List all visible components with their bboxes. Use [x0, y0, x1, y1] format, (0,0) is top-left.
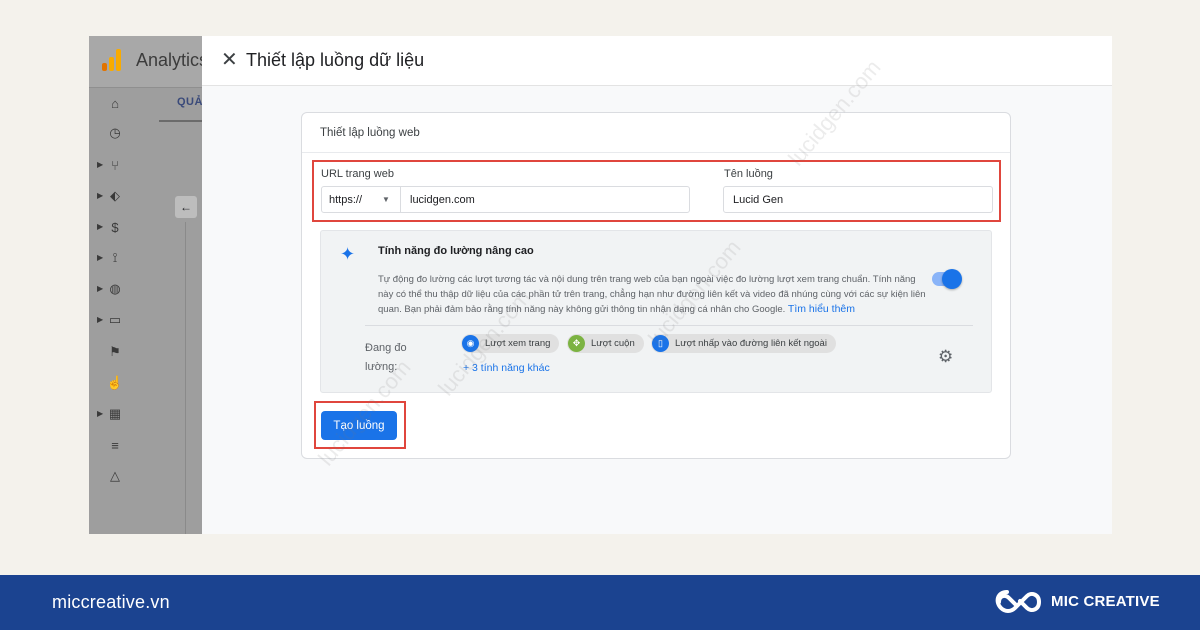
- analytics-title: Analytics: [136, 50, 202, 70]
- stream-name-value: Lucid Gen: [733, 194, 784, 206]
- expand-arrow-icon[interactable]: ▶: [97, 222, 103, 231]
- url-value: lucidgen.com: [410, 194, 475, 206]
- report-icon[interactable]: ▦: [106, 405, 124, 423]
- chip-outbound-clicks: ▯ Lượt nhấp vào đường liên kết ngoài: [651, 334, 836, 353]
- magnet-icon[interactable]: ⟟: [106, 249, 124, 267]
- enhanced-title: Tính năng đo lường nâng cao: [378, 245, 534, 257]
- globe-icon[interactable]: ◍: [106, 280, 124, 298]
- shapes-icon[interactable]: △: [106, 467, 124, 485]
- chip-label: Lượt nhấp vào đường liên kết ngoài: [675, 338, 827, 349]
- expand-arrow-icon[interactable]: ▶: [97, 160, 103, 169]
- clock-icon[interactable]: ◷: [106, 124, 124, 142]
- divider: [185, 222, 186, 534]
- flag-icon[interactable]: ⚑: [106, 343, 124, 361]
- footer-bar: miccreative.vn MIC CREATIVE: [0, 575, 1200, 630]
- back-arrow-icon[interactable]: ←: [175, 196, 197, 218]
- setup-dialog: ✕ Thiết lập luồng dữ liệu Thiết lập luồn…: [202, 36, 1112, 534]
- chevron-down-icon: ▼: [382, 195, 390, 204]
- chip-label: Lượt xem trang: [485, 338, 551, 349]
- analytics-sidebar: Analytics ⌂ ◷ ▶ ⑂ ▶ ⬖ ▶ $ ▶ ⟟ ▶ ◍ ▶ ▭ ⚑ …: [89, 36, 202, 534]
- audience-icon[interactable]: ≡: [106, 436, 124, 454]
- sparkle-icon: ✦: [340, 244, 356, 264]
- dollar-icon[interactable]: $: [106, 218, 124, 236]
- footer-brand: MIC CREATIVE: [1051, 593, 1160, 610]
- more-features-link[interactable]: + 3 tính năng khác: [463, 362, 550, 374]
- mic-creative-logo-icon: [995, 590, 1042, 613]
- touch-icon[interactable]: ☝: [106, 374, 124, 392]
- chip-label: Lượt cuộn: [591, 338, 635, 349]
- url-input[interactable]: lucidgen.com: [400, 186, 690, 213]
- tab-underline: [159, 120, 202, 122]
- scroll-icon: ✥: [568, 335, 585, 352]
- web-stream-card: Thiết lập luồng web URL trang web Tên lu…: [301, 112, 1011, 459]
- expand-arrow-icon[interactable]: ▶: [97, 191, 103, 200]
- divider: [365, 325, 973, 326]
- flow-icon[interactable]: ⑂: [106, 156, 124, 174]
- enhanced-measurement-panel: ✦ Tính năng đo lường nâng cao Tự động đo…: [320, 230, 992, 393]
- analytics-header: Analytics: [89, 36, 202, 88]
- devices-icon[interactable]: ▭: [106, 311, 124, 329]
- stream-name-input[interactable]: Lucid Gen: [723, 186, 993, 213]
- expand-arrow-icon[interactable]: ▶: [97, 409, 103, 418]
- close-icon[interactable]: ✕: [221, 50, 238, 70]
- card-header: Thiết lập luồng web: [302, 113, 1010, 153]
- gear-icon[interactable]: ⚙: [938, 347, 953, 367]
- dialog-title: Thiết lập luồng dữ liệu: [246, 50, 425, 70]
- chip-scrolls: ✥ Lượt cuộn: [567, 334, 644, 353]
- card-title: Thiết lập luồng web: [320, 127, 420, 139]
- create-stream-button[interactable]: Tạo luồng: [321, 411, 397, 440]
- expand-arrow-icon[interactable]: ▶: [97, 253, 103, 262]
- stream-name-label: Tên luồng: [724, 168, 773, 180]
- measuring-label: Đang đo lường:: [365, 342, 407, 373]
- nav-rail: ⌂ ◷ ▶ ⑂ ▶ ⬖ ▶ $ ▶ ⟟ ▶ ◍ ▶ ▭ ⚑ ☝ ▶ ▦ ≡ △ …: [89, 88, 141, 534]
- mouse-icon: ▯: [652, 335, 669, 352]
- dialog-header: ✕ Thiết lập luồng dữ liệu: [202, 36, 1112, 86]
- enhanced-toggle-knob[interactable]: [942, 269, 962, 289]
- tag-icon[interactable]: ⬖: [106, 187, 124, 205]
- learn-more-link[interactable]: Tìm hiểu thêm: [788, 303, 855, 315]
- expand-arrow-icon[interactable]: ▶: [97, 315, 103, 324]
- enhanced-description: Tự động đo lường các lượt tương tác và n…: [378, 272, 928, 317]
- home-icon[interactable]: ⌂: [106, 94, 124, 112]
- protocol-select[interactable]: https:// ▼: [321, 186, 401, 213]
- chip-page-views: ◉ Lượt xem trang: [461, 334, 560, 353]
- footer-site: miccreative.vn: [52, 592, 170, 612]
- protocol-value: https://: [329, 194, 363, 206]
- expand-arrow-icon[interactable]: ▶: [97, 284, 103, 293]
- url-label: URL trang web: [321, 168, 394, 180]
- analytics-logo-icon: [102, 49, 122, 71]
- eye-icon: ◉: [462, 335, 479, 352]
- tab-label[interactable]: QUẢ: [177, 96, 202, 108]
